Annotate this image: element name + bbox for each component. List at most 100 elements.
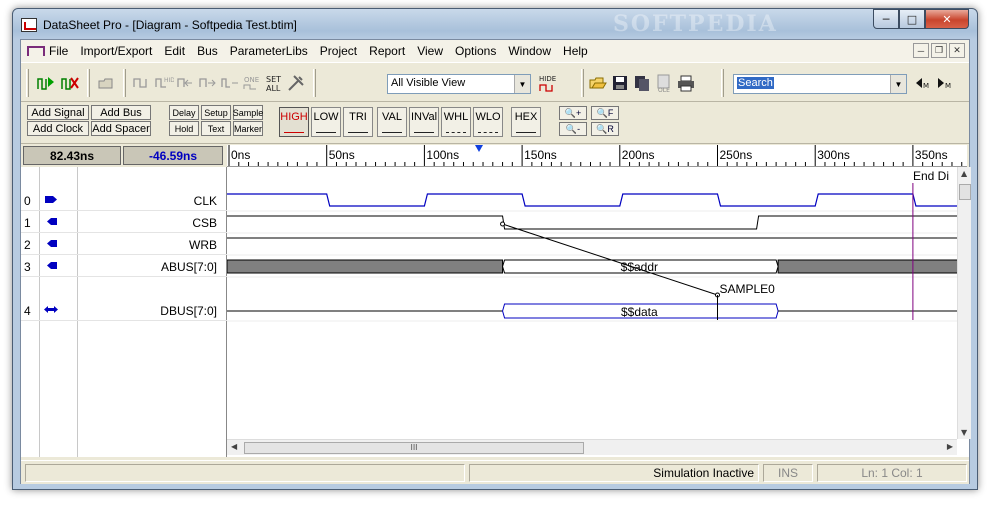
horizontal-scrollbar[interactable]: ◀ III ▶ <box>227 439 957 455</box>
marker-button[interactable]: Marker <box>233 121 263 136</box>
ole-icon[interactable]: OLE <box>653 72 675 94</box>
wlo-state-button[interactable]: WLO <box>473 107 503 137</box>
zoom-in-button[interactable]: 🔍 + <box>559 106 587 120</box>
scroll-down-icon[interactable]: ▼ <box>961 428 967 437</box>
ruler-label: 100ns <box>426 148 459 162</box>
svg-text:HIDE: HIDE <box>539 75 556 83</box>
inval-state-button[interactable]: INVal <box>409 107 439 137</box>
one-icon[interactable]: ONE <box>241 72 263 94</box>
mdi-close-button[interactable]: ✕ <box>949 43 965 58</box>
chevron-down-icon[interactable]: ▼ <box>514 75 530 93</box>
abus-invalid-segment-2 <box>777 259 967 274</box>
zoom-range-button[interactable]: 🔍 R <box>591 122 619 136</box>
minimize-button[interactable]: ─ <box>873 9 899 29</box>
menu-file[interactable]: File <box>49 44 68 58</box>
low-state-button[interactable]: LOW <box>311 107 341 137</box>
delay-button[interactable]: Delay <box>169 105 199 120</box>
find-next-icon[interactable]: M <box>935 72 957 94</box>
high-state-button[interactable]: HIGH <box>279 107 309 137</box>
time-ruler[interactable]: 0ns 50ns 100ns 150ns 200ns 250ns 300ns 350ns <box>227 145 967 167</box>
open-folder-icon[interactable] <box>95 72 117 94</box>
app-icon[interactable] <box>21 18 37 32</box>
mdi-minimize-button[interactable]: ─ <box>913 43 929 58</box>
shift-right-icon[interactable] <box>197 72 219 94</box>
output-direction-icon[interactable] <box>43 261 59 270</box>
menu-parameterlibs[interactable]: ParameterLibs <box>230 44 308 58</box>
text-button[interactable]: Text <box>201 121 231 136</box>
find-prev-icon[interactable]: M <box>913 72 935 94</box>
scroll-left-icon[interactable]: ◀ <box>231 442 237 451</box>
signal-row[interactable]: 2 WRB <box>21 233 227 255</box>
signal-list: 0 CLK 1 CSB 2 WRB 3 ABUS[7:0] 4 DBUS[7:0] <box>21 167 227 457</box>
doc-menu-icon[interactable] <box>27 44 45 58</box>
menu-help[interactable]: Help <box>563 44 588 58</box>
hex-radix-button[interactable]: HEX <box>511 107 541 137</box>
title-bar[interactable]: DataSheet Pro - [Diagram - Softpedia Tes… <box>13 9 977 39</box>
scroll-right-icon[interactable]: ▶ <box>947 442 953 451</box>
zoom-full-icon: 🔍 <box>596 107 608 118</box>
save-icon[interactable] <box>609 72 631 94</box>
mdi-restore-button[interactable]: ❐ <box>931 43 947 58</box>
scroll-up-icon[interactable]: ▲ <box>961 169 967 178</box>
horizontal-scroll-thumb[interactable]: III <box>244 442 584 454</box>
add-spacer-button[interactable]: Add Spacer <box>91 121 151 136</box>
copy-icon[interactable] <box>631 72 653 94</box>
vertical-scroll-thumb[interactable] <box>959 184 971 200</box>
tools-icon[interactable] <box>285 72 307 94</box>
hide-view-icon[interactable]: HIDE <box>537 72 559 94</box>
waveform-area[interactable]: End Di $$addr $$data SAMPLE0 <box>227 167 967 457</box>
menu-bus[interactable]: Bus <box>197 44 218 58</box>
waveforms[interactable]: End Di $$addr $$data SAMPLE0 <box>227 167 967 457</box>
search-dropdown-icon[interactable]: ▼ <box>890 75 906 93</box>
stop-sim-icon[interactable] <box>59 72 81 94</box>
output-direction-icon[interactable] <box>43 217 59 226</box>
signal-row[interactable]: 0 CLK <box>21 189 227 211</box>
signal-row[interactable]: 3 ABUS[7:0] <box>21 255 227 277</box>
setup-button[interactable]: Setup <box>201 105 231 120</box>
view-select[interactable]: All Visible View ▼ <box>387 74 531 94</box>
whl-state-button[interactable]: WHL <box>441 107 471 137</box>
val-state-button[interactable]: VAL <box>377 107 407 137</box>
open-file-icon[interactable] <box>587 72 609 94</box>
hide-wave-icon[interactable]: HIDE <box>153 72 175 94</box>
search-input[interactable]: Search ▼ <box>733 74 907 94</box>
close-button[interactable]: ✕ <box>925 9 969 29</box>
sample-button[interactable]: Sample <box>233 105 263 120</box>
menu-window[interactable]: Window <box>508 44 551 58</box>
window-title: DataSheet Pro - [Diagram - Softpedia Tes… <box>43 18 297 32</box>
zoom-out-button[interactable]: 🔍 - <box>559 122 587 136</box>
signal-index: 0 <box>24 194 31 208</box>
maximize-button[interactable]: □ <box>899 9 925 29</box>
hide-icon[interactable] <box>131 72 153 94</box>
search-value: Search <box>737 77 774 89</box>
signal-row[interactable]: 1 CSB <box>21 211 227 233</box>
sample-label: SAMPLE0 <box>720 282 776 296</box>
menu-project[interactable]: Project <box>320 44 357 58</box>
hold-button[interactable]: Hold <box>169 121 199 136</box>
vertical-scrollbar[interactable]: ▲ ▼ <box>957 167 971 439</box>
set-all-icon[interactable]: SET ALL <box>263 72 285 94</box>
add-bus-button[interactable]: Add Bus <box>91 105 151 120</box>
tri-label: TRI <box>349 111 367 123</box>
tri-state-button[interactable]: TRI <box>343 107 373 137</box>
shift-left-icon[interactable] <box>175 72 197 94</box>
stretch-icon[interactable] <box>219 72 241 94</box>
menu-report[interactable]: Report <box>369 44 405 58</box>
svg-text:ONE: ONE <box>244 76 259 84</box>
zoom-full-button[interactable]: 🔍 F <box>591 106 619 120</box>
run-sim-icon[interactable] <box>35 72 57 94</box>
add-signal-button[interactable]: Add Signal <box>27 105 89 120</box>
ruler-label: 300ns <box>817 148 850 162</box>
output-direction-icon[interactable] <box>43 239 59 248</box>
menu-options[interactable]: Options <box>455 44 496 58</box>
print-icon[interactable] <box>675 72 697 94</box>
menu-view[interactable]: View <box>417 44 443 58</box>
low-label: LOW <box>313 111 339 123</box>
clock-direction-icon[interactable] <box>43 195 59 204</box>
menu-import-export[interactable]: Import/Export <box>80 44 152 58</box>
bidirectional-icon[interactable] <box>43 305 59 314</box>
signal-row[interactable]: 4 DBUS[7:0] <box>21 277 227 321</box>
menu-edit[interactable]: Edit <box>164 44 185 58</box>
add-clock-button[interactable]: Add Clock <box>27 121 89 136</box>
toolbar-grip[interactable] <box>26 69 29 97</box>
